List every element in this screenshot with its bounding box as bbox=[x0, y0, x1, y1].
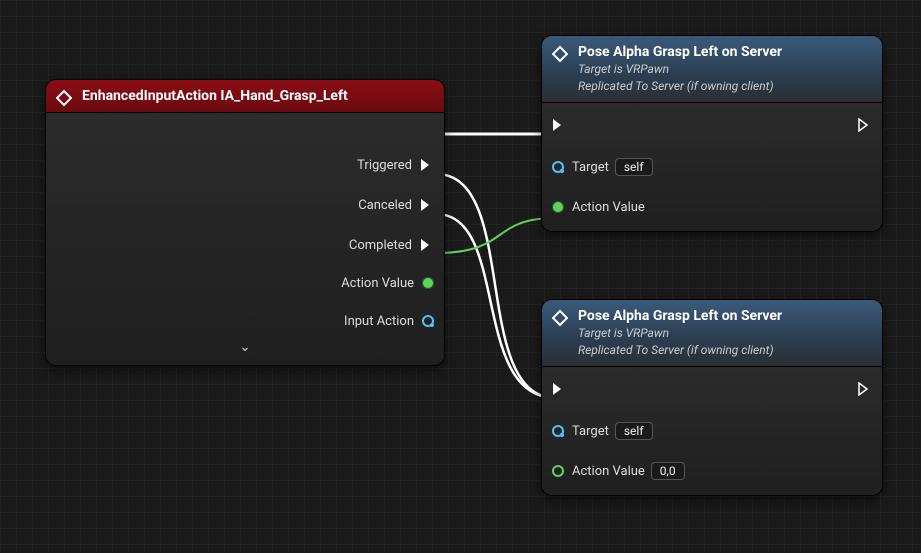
node-header: Pose Alpha Grasp Left on Server Target i… bbox=[542, 300, 882, 367]
pin-canceled[interactable]: Canceled bbox=[56, 191, 434, 219]
float-pin-icon bbox=[422, 277, 434, 289]
exec-out-icon[interactable] bbox=[858, 118, 872, 132]
pin-completed[interactable]: Completed bbox=[56, 231, 434, 259]
object-pin-icon bbox=[552, 425, 564, 437]
node-subtitle: Replicated To Server (if owning client) bbox=[578, 79, 870, 94]
exec-in-icon[interactable] bbox=[552, 118, 566, 132]
node-body: Triggered Canceled Completed Action Valu… bbox=[46, 113, 444, 365]
exec-out-icon bbox=[420, 158, 434, 172]
pin-triggered[interactable]: Triggered bbox=[56, 151, 434, 179]
node-pose-alpha-grasp-left-server-1[interactable]: Pose Alpha Grasp Left on Server Target i… bbox=[542, 36, 882, 231]
pin-input-action-out[interactable]: Input Action bbox=[56, 307, 434, 335]
pin-target[interactable]: Target self bbox=[552, 417, 872, 445]
event-icon bbox=[56, 90, 72, 106]
exec-out-icon bbox=[420, 198, 434, 212]
node-body: Target self Action Value bbox=[542, 103, 882, 231]
pin-action-value-in[interactable]: Action Value 0,0 bbox=[552, 457, 872, 485]
exec-in-icon[interactable] bbox=[552, 382, 566, 396]
object-pin-icon bbox=[552, 161, 564, 173]
exec-row bbox=[552, 111, 872, 139]
node-title: Pose Alpha Grasp Left on Server bbox=[578, 44, 870, 60]
action-value-default-input[interactable]: 0,0 bbox=[651, 462, 685, 480]
function-icon bbox=[552, 310, 568, 326]
node-title: EnhancedInputAction IA_Hand_Grasp_Left bbox=[82, 88, 432, 104]
target-self-value[interactable]: self bbox=[615, 158, 653, 176]
node-enhanced-input-action[interactable]: EnhancedInputAction IA_Hand_Grasp_Left T… bbox=[46, 80, 444, 365]
float-pin-icon bbox=[552, 201, 564, 213]
pin-action-value-in[interactable]: Action Value bbox=[552, 193, 872, 221]
exec-out-icon bbox=[420, 238, 434, 252]
node-subtitle: Replicated To Server (if owning client) bbox=[578, 343, 870, 358]
target-self-value[interactable]: self bbox=[615, 422, 653, 440]
pin-target[interactable]: Target self bbox=[552, 153, 872, 181]
float-pin-icon bbox=[552, 465, 564, 477]
object-pin-icon bbox=[422, 315, 434, 327]
node-header: Pose Alpha Grasp Left on Server Target i… bbox=[542, 36, 882, 103]
node-pose-alpha-grasp-left-server-2[interactable]: Pose Alpha Grasp Left on Server Target i… bbox=[542, 300, 882, 495]
node-subtitle: Target is VRPawn bbox=[578, 326, 870, 341]
exec-row bbox=[552, 375, 872, 403]
function-icon bbox=[552, 46, 568, 62]
node-header: EnhancedInputAction IA_Hand_Grasp_Left bbox=[46, 80, 444, 113]
node-subtitle: Target is VRPawn bbox=[578, 62, 870, 77]
exec-out-icon[interactable] bbox=[858, 382, 872, 396]
node-body: Target self Action Value 0,0 bbox=[542, 367, 882, 495]
expand-node-button[interactable]: ⌄ bbox=[56, 335, 434, 355]
node-title: Pose Alpha Grasp Left on Server bbox=[578, 308, 870, 324]
pin-action-value-out[interactable]: Action Value bbox=[56, 269, 434, 297]
